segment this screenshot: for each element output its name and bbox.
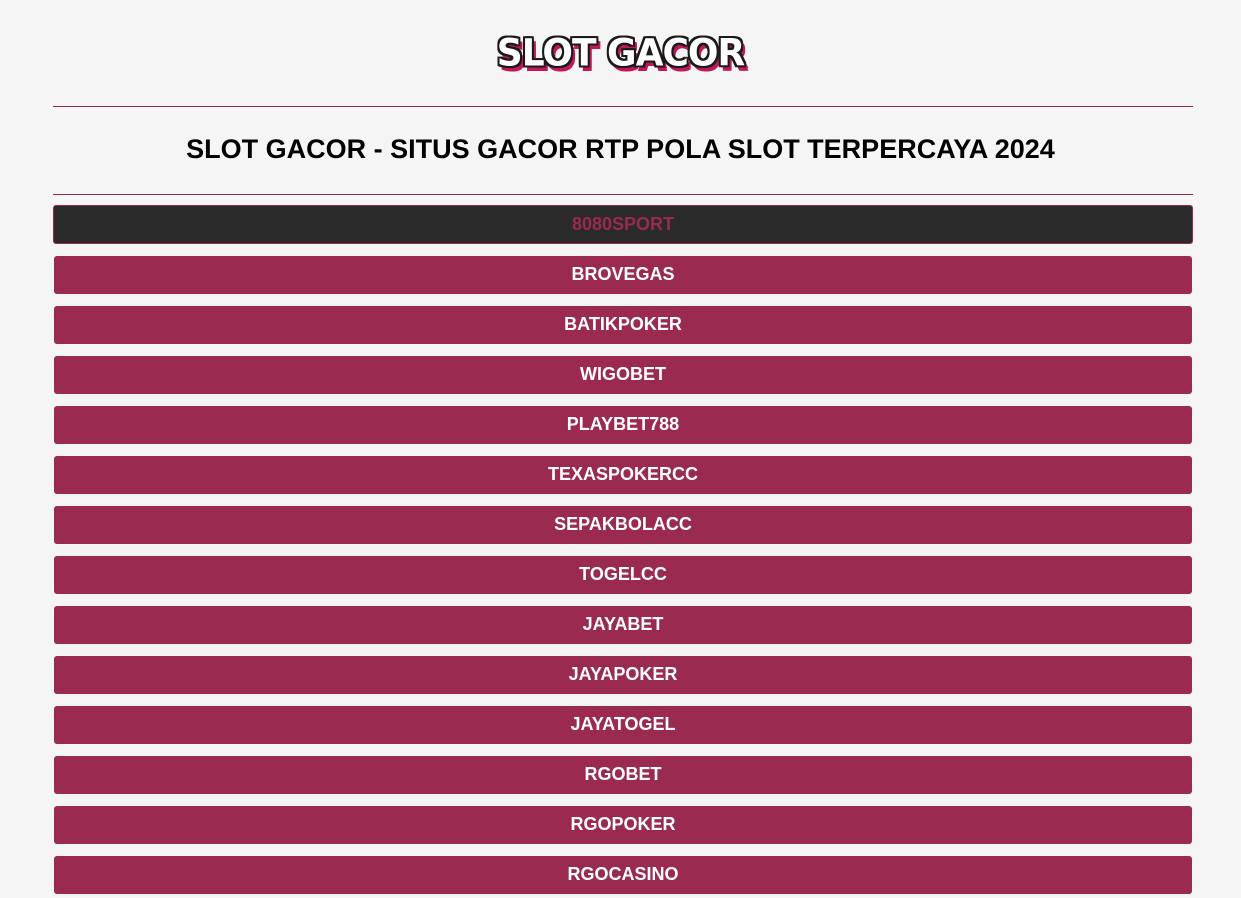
top-divider <box>53 106 1193 107</box>
logo-container: SLOT GACOR <box>0 30 1241 78</box>
link-button-rgocasino[interactable]: RGOCASINO <box>54 856 1192 894</box>
link-button-togelcc[interactable]: TOGELCC <box>54 556 1192 594</box>
link-button-rgobet[interactable]: RGOBET <box>54 756 1192 794</box>
link-button-jayatogel[interactable]: JAYATOGEL <box>54 706 1192 744</box>
link-button-8080sport[interactable]: 8080SPORT <box>53 205 1193 244</box>
link-button-sepakbolacc[interactable]: SEPAKBOLACC <box>54 506 1192 544</box>
page-title: SLOT GACOR - SITUS GACOR RTP POLA SLOT T… <box>186 134 1055 164</box>
link-list: 8080SPORT BROVEGAS BATIKPOKER WIGOBET PL… <box>53 205 1193 898</box>
link-button-rgopoker[interactable]: RGOPOKER <box>54 806 1192 844</box>
page: SLOT GACOR SLOT GACOR - SITUS GACOR RTP … <box>0 0 1241 898</box>
site-logo[interactable]: SLOT GACOR <box>497 29 745 79</box>
link-button-jayapoker[interactable]: JAYAPOKER <box>54 656 1192 694</box>
bottom-divider <box>53 194 1193 195</box>
link-button-batikpoker[interactable]: BATIKPOKER <box>54 306 1192 344</box>
link-button-wigobet[interactable]: WIGOBET <box>54 356 1192 394</box>
link-button-playbet788[interactable]: PLAYBET788 <box>54 406 1192 444</box>
link-button-texaspokercc[interactable]: TEXASPOKERCC <box>54 456 1192 494</box>
link-button-brovegas[interactable]: BROVEGAS <box>54 256 1192 294</box>
link-button-jayabet[interactable]: JAYABET <box>54 606 1192 644</box>
